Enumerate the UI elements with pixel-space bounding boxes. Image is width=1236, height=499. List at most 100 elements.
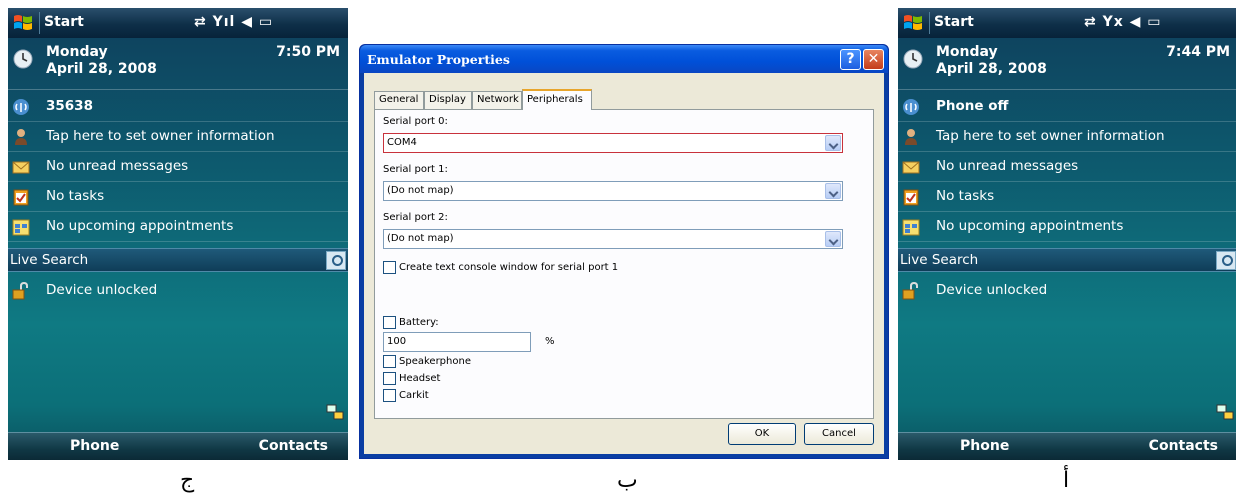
- envelope-icon: [12, 161, 30, 174]
- contacts-softkey[interactable]: Contacts: [1149, 438, 1218, 454]
- lock-status-item[interactable]: Device unlocked: [8, 276, 348, 306]
- messages-item[interactable]: No unread messages: [8, 152, 348, 182]
- divider: [39, 12, 40, 34]
- serial-port-2-value: (Do not map): [387, 233, 454, 244]
- serial-port-1-label: Serial port 1:: [383, 164, 448, 175]
- tab-peripherals[interactable]: Peripherals: [522, 89, 592, 110]
- chevron-down-icon[interactable]: [825, 135, 841, 151]
- cancel-button[interactable]: Cancel: [804, 423, 874, 445]
- contacts-softkey[interactable]: Contacts: [259, 438, 328, 454]
- headset-checkbox[interactable]: [383, 372, 396, 385]
- network-icon[interactable]: [326, 404, 344, 420]
- chevron-down-icon[interactable]: [825, 231, 841, 247]
- messages-item[interactable]: No unread messages: [898, 152, 1236, 182]
- lock-status-item[interactable]: Device unlocked: [898, 276, 1236, 306]
- tab-display[interactable]: Display: [424, 91, 472, 109]
- search-icon[interactable]: [1216, 251, 1236, 270]
- phone-softkey[interactable]: Phone: [960, 438, 1009, 454]
- start-menu[interactable]: Start: [44, 14, 84, 30]
- status-icons[interactable]: ⇄ Yıl ◀ ▭: [194, 14, 273, 30]
- clock-icon: [13, 49, 33, 69]
- windows-logo-icon[interactable]: [12, 12, 34, 34]
- phone-status-label: 35638: [46, 98, 93, 114]
- phone-status-item[interactable]: 35638: [8, 92, 348, 122]
- caption-left: ج: [180, 468, 195, 493]
- windows-logo-icon[interactable]: [902, 12, 924, 34]
- dialog-body: General Display Network Peripherals Seri…: [364, 73, 884, 454]
- tab-network[interactable]: Network: [472, 91, 522, 109]
- owner-info-item[interactable]: Tap here to set owner information: [898, 122, 1236, 152]
- headset-label: Headset: [399, 373, 441, 384]
- serial-port-1-select[interactable]: (Do not map): [383, 181, 843, 201]
- envelope-icon: [902, 161, 920, 174]
- search-icon[interactable]: [326, 251, 346, 270]
- serial-port-2-select[interactable]: (Do not map): [383, 229, 843, 249]
- carkit-checkbox[interactable]: [383, 389, 396, 402]
- phone-status-item[interactable]: Phone off: [898, 92, 1236, 122]
- battery-label: Battery:: [399, 317, 439, 328]
- phone-status-label: Phone off: [936, 98, 1009, 114]
- tab-general[interactable]: General: [374, 91, 424, 109]
- speakerphone-label: Speakerphone: [399, 356, 471, 367]
- softkey-bar: Phone Contacts: [898, 432, 1236, 460]
- live-search-bar[interactable]: Live Search: [8, 248, 348, 272]
- lock-status-label: Device unlocked: [46, 282, 158, 298]
- tasks-icon: [13, 189, 29, 206]
- chevron-down-icon[interactable]: [825, 183, 841, 199]
- day-label: Monday: [46, 44, 108, 60]
- tasks-item[interactable]: No tasks: [8, 182, 348, 212]
- live-search-bar[interactable]: Live Search: [898, 248, 1236, 272]
- ok-button[interactable]: OK: [728, 423, 796, 445]
- tasks-label: No tasks: [46, 188, 105, 204]
- carkit-label: Carkit: [399, 390, 429, 401]
- battery-checkbox[interactable]: [383, 316, 396, 329]
- calendar-icon: [902, 219, 920, 236]
- serial-port-0-label: Serial port 0:: [383, 116, 448, 127]
- start-menu[interactable]: Start: [934, 14, 974, 30]
- console-window-checkbox[interactable]: [383, 261, 396, 274]
- status-icons[interactable]: ⇄ Yx ◀ ▭: [1084, 14, 1162, 30]
- emulator-properties-dialog: Emulator Properties ? ✕ General Display …: [359, 44, 889, 459]
- tasks-icon: [903, 189, 919, 206]
- tasks-label: No tasks: [936, 188, 995, 204]
- appointments-item[interactable]: No upcoming appointments: [8, 212, 348, 242]
- battery-input[interactable]: 100: [383, 332, 531, 352]
- live-search-label: Live Search: [900, 252, 979, 268]
- date-time-item[interactable]: Monday April 28, 2008 7:44 PM: [898, 38, 1236, 90]
- day-label: Monday: [936, 44, 998, 60]
- owner-info-label: Tap here to set owner information: [46, 128, 275, 144]
- owner-info-item[interactable]: Tap here to set owner information: [8, 122, 348, 152]
- phone-screen-right: Start ⇄ Yx ◀ ▭ Monday April 28, 2008 7:4…: [898, 8, 1236, 460]
- calendar-icon: [12, 219, 30, 236]
- date-time-item[interactable]: Monday April 28, 2008 7:50 PM: [8, 38, 348, 90]
- serial-port-0-select[interactable]: COM4: [383, 133, 843, 153]
- network-icon[interactable]: [1216, 404, 1234, 420]
- owner-info-label: Tap here to set owner information: [936, 128, 1165, 144]
- phone-screen-left: Start ⇄ Yıl ◀ ▭ Monday April 28, 2008 7:…: [8, 8, 348, 460]
- close-button[interactable]: ✕: [863, 49, 884, 70]
- antenna-icon: [13, 99, 29, 115]
- appointments-label: No upcoming appointments: [936, 218, 1124, 234]
- live-search-label: Live Search: [10, 252, 89, 268]
- help-button[interactable]: ?: [840, 49, 861, 70]
- softkey-bar: Phone Contacts: [8, 432, 348, 460]
- tasks-item[interactable]: No tasks: [898, 182, 1236, 212]
- caption-middle: ب: [617, 468, 638, 493]
- unlocked-padlock-icon: [12, 282, 28, 300]
- messages-label: No unread messages: [936, 158, 1079, 174]
- clock-icon: [903, 49, 923, 69]
- serial-port-0-value: COM4: [387, 137, 417, 148]
- antenna-icon: [903, 99, 919, 115]
- speakerphone-checkbox[interactable]: [383, 355, 396, 368]
- dialog-title: Emulator Properties: [367, 52, 510, 67]
- title-bar: Start ⇄ Yıl ◀ ▭: [8, 8, 348, 38]
- caption-right: أ: [1063, 468, 1070, 493]
- appointments-item[interactable]: No upcoming appointments: [898, 212, 1236, 242]
- appointments-label: No upcoming appointments: [46, 218, 234, 234]
- serial-port-2-label: Serial port 2:: [383, 212, 448, 223]
- dialog-title-bar[interactable]: Emulator Properties ? ✕: [360, 45, 888, 73]
- phone-softkey[interactable]: Phone: [70, 438, 119, 454]
- title-bar: Start ⇄ Yx ◀ ▭: [898, 8, 1236, 38]
- date-label: April 28, 2008: [46, 61, 157, 77]
- unlocked-padlock-icon: [902, 282, 918, 300]
